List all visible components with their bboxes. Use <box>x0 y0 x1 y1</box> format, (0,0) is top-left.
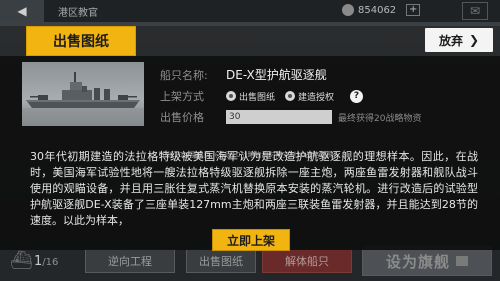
radio-build-license-icon[interactable] <box>285 91 296 101</box>
ship-icon: ⛴ <box>10 250 33 271</box>
option-sell-blueprint[interactable]: 出售图纸 <box>226 90 275 103</box>
dialog-header: 出售图纸 放弃 ❯ <box>0 26 500 56</box>
list-now-button[interactable]: 立即上架 <box>212 229 290 251</box>
screen-title: 港区教官 <box>58 7 98 19</box>
coin-counter: 854062 + <box>342 4 421 16</box>
ship-name-row: 船只名称: DE-X型护航驱逐舰 <box>160 66 327 83</box>
price-hint: 最终获得20战略物资 <box>338 113 422 124</box>
sell-blueprint-dialog: 出售图纸 放弃 ❯ 船只名称: DE-X型护航驱逐舰 上架方式 出售图纸 建造授… <box>0 26 500 251</box>
ship-name-label: 船只名称: <box>160 68 208 82</box>
set-flagship-label: 设为旗舰 <box>385 252 450 271</box>
coin-amount: 854062 <box>358 4 397 16</box>
set-flagship-button[interactable]: 设为旗舰 <box>362 246 492 276</box>
option-build-license[interactable]: 建造授权 <box>285 90 334 103</box>
back-arrow-icon: ◀ <box>17 4 27 18</box>
abandon-button[interactable]: 放弃 ❯ <box>425 28 493 52</box>
mail-icon[interactable]: ✉ <box>462 2 488 20</box>
abandon-label: 放弃 <box>438 33 463 48</box>
destroyer-image <box>22 72 144 126</box>
coin-icon <box>342 4 354 16</box>
reverse-engineering-button[interactable]: 逆向工程 <box>85 249 175 273</box>
ship-preview <box>22 62 144 126</box>
chevron-right-icon: ❯ <box>468 33 480 47</box>
price-label: 出售价格 <box>160 111 204 124</box>
option-build-license-label: 建造授权 <box>298 92 335 103</box>
price-input[interactable]: 30 <box>226 110 332 124</box>
top-bar: ◀ 港区教官 <box>0 0 500 22</box>
option-sell-blueprint-label: 出售图纸 <box>239 92 276 103</box>
flag-icon <box>456 256 468 266</box>
listing-method-label: 上架方式 <box>160 90 204 103</box>
dismantle-button[interactable]: 解体船只 <box>262 249 352 273</box>
ship-name-value: DE-X型护航驱逐舰 <box>226 68 327 82</box>
back-button[interactable]: ◀ <box>0 0 44 22</box>
add-coins-button[interactable]: + <box>406 4 421 16</box>
dialog-title: 出售图纸 <box>26 26 136 56</box>
sell-blueprint-bg-button[interactable]: 出售图纸 <box>186 249 256 273</box>
help-icon[interactable]: ? <box>350 89 364 103</box>
radio-sell-blueprint-icon[interactable] <box>226 91 236 101</box>
listing-method-row: 上架方式 出售图纸 建造授权 ? <box>160 88 364 104</box>
ship-description: 30年代初期建造的法拉格特级被美国海军认为是改造护航驱逐舰的理想样本。因此，在战… <box>30 150 478 227</box>
fleet-count: 1/16 <box>34 254 58 269</box>
fleet-count-total: /16 <box>42 257 59 268</box>
price-row: 出售价格 30 最终获得20战略物资 <box>160 109 421 125</box>
